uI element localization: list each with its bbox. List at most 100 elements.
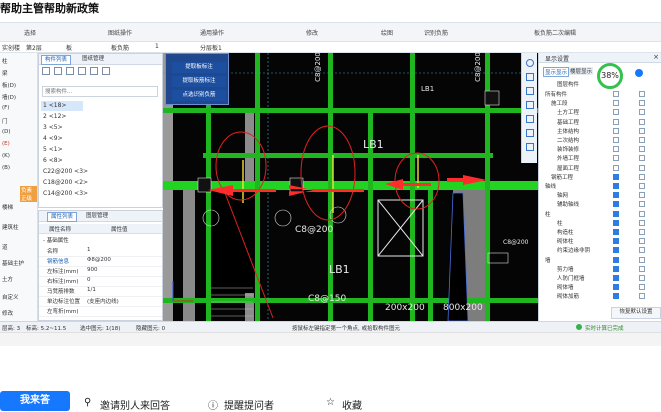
cad-canvas[interactable]: LB1 C8@200 LB1 C8@150 200x200 800x200 C8… (163, 53, 538, 321)
layer-tree-row[interactable]: 墙 (539, 256, 661, 265)
nav-item[interactable]: (F) (2, 105, 9, 111)
nav-item[interactable]: 梁 (2, 69, 8, 77)
nav-item[interactable]: 修改 (2, 309, 13, 317)
copy-icon[interactable] (54, 67, 62, 75)
nav-item[interactable]: (K) (2, 153, 10, 159)
view-top-icon[interactable] (526, 73, 534, 81)
list-item[interactable]: 1 <18> (43, 102, 66, 109)
visibility-checkbox[interactable] (613, 284, 619, 291)
layer-tree-row[interactable]: 人防门框墙 (539, 274, 661, 283)
visibility-checkbox[interactable] (613, 137, 619, 143)
visibility-checkbox[interactable] (613, 118, 619, 125)
layer-tree-row[interactable]: 柱 (539, 219, 661, 228)
name-visibility-checkbox[interactable] (639, 229, 645, 235)
visibility-checkbox[interactable] (613, 183, 619, 189)
list-item[interactable]: 6 <8> (43, 157, 63, 164)
property-group[interactable]: - 基础属性 (43, 236, 69, 244)
nav-item[interactable]: 基础主护 (2, 259, 24, 267)
ribbon-group-modify[interactable]: 修改 (306, 28, 318, 37)
property-value[interactable]: Φ8@200 (87, 257, 111, 263)
name-visibility-checkbox[interactable] (639, 118, 645, 125)
new-icon[interactable] (42, 67, 50, 75)
extract-slab-label-button[interactable]: 提取板标注 (172, 62, 226, 73)
nav-item[interactable]: 建筑柱 (2, 223, 19, 231)
name-visibility-checkbox[interactable] (639, 256, 645, 263)
layer-tree-row[interactable]: 辅助轴线 (539, 200, 661, 209)
nav-item[interactable]: 门 (2, 117, 8, 125)
ribbon-group-drawing-ops[interactable]: 图纸操作 (108, 28, 132, 37)
visibility-checkbox[interactable] (613, 275, 619, 281)
list-item[interactable]: 2 <12> (43, 113, 66, 120)
nav-item[interactable]: 板(D) (2, 81, 16, 89)
nav-item[interactable]: 道 (2, 243, 8, 251)
visibility-checkbox[interactable] (613, 155, 619, 162)
ribbon-group-select[interactable]: 选择 (24, 28, 36, 37)
visibility-checkbox[interactable] (613, 91, 619, 97)
layer-tree-row[interactable]: 轴网 (539, 191, 661, 200)
floor-select[interactable]: 第2层 (26, 43, 42, 52)
name-visibility-checkbox[interactable] (639, 284, 645, 291)
close-icon[interactable]: × (653, 53, 659, 61)
ribbon-group-rebar-edit[interactable]: 板负筋二次编辑 (534, 28, 576, 37)
nav-item[interactable]: 自定义 (2, 293, 19, 301)
visibility-checkbox[interactable] (613, 164, 619, 171)
layer-tree-row[interactable]: 柱 (539, 210, 661, 219)
nav-item[interactable]: (D) (2, 129, 11, 135)
list-item[interactable]: C22@200 <3> (43, 168, 88, 175)
view-3d-icon[interactable] (526, 87, 534, 95)
list-item[interactable]: 4 <9> (43, 135, 63, 142)
tab-drawing-manage[interactable]: 图纸管理 (79, 55, 107, 63)
property-value[interactable]: 1 (87, 247, 91, 253)
name-visibility-checkbox[interactable] (639, 210, 645, 217)
ribbon-group-common-ops[interactable]: 通用操作 (200, 28, 224, 37)
nav-item[interactable]: (B) (2, 165, 10, 171)
nav-item[interactable]: 墙(D) (2, 93, 16, 101)
ribbon-group-draw[interactable]: 绘图 (381, 28, 393, 37)
layer-select[interactable]: 分层板1 (200, 43, 222, 52)
nav-item[interactable]: 楼梯 (2, 203, 13, 211)
visibility-checkbox[interactable] (613, 256, 619, 263)
orbit-icon[interactable] (526, 59, 534, 67)
property-value[interactable]: 0 (87, 277, 91, 283)
visibility-checkbox[interactable] (613, 173, 619, 180)
visibility-checkbox[interactable] (613, 146, 619, 153)
name-visibility-checkbox[interactable] (639, 109, 645, 116)
name-visibility-checkbox[interactable] (639, 146, 645, 153)
name-visibility-checkbox[interactable] (639, 173, 645, 180)
tab-component-list[interactable]: 构件列表 (41, 55, 72, 65)
type-select[interactable]: 板 (66, 43, 72, 52)
filter-icon[interactable] (90, 67, 98, 75)
visibility-checkbox[interactable] (613, 192, 619, 199)
list-item[interactable]: 3 <5> (43, 124, 63, 131)
user-avatar-icon[interactable] (635, 69, 643, 77)
visibility-checkbox[interactable] (613, 219, 619, 226)
tab-properties[interactable]: 属性列表 (47, 212, 78, 222)
visibility-checkbox[interactable] (613, 201, 619, 208)
property-value[interactable]: 900 (87, 267, 98, 273)
nav-item-active[interactable]: (E) (2, 141, 10, 147)
name-visibility-checkbox[interactable] (639, 155, 645, 162)
list-item[interactable]: C18@200 <2> (43, 179, 88, 186)
layer-tree-row[interactable]: 构造柱 (539, 228, 661, 237)
layer-tree-row[interactable]: 约束边缘非阴 (539, 246, 661, 255)
property-value[interactable]: 1/1 (87, 287, 96, 293)
name-visibility-checkbox[interactable] (639, 164, 645, 171)
name-visibility-checkbox[interactable] (639, 100, 645, 107)
settings-icon[interactable] (526, 143, 534, 151)
component-search-input[interactable] (42, 86, 158, 97)
visibility-checkbox[interactable] (613, 238, 619, 245)
visibility-checkbox[interactable] (613, 100, 619, 107)
measure-icon[interactable] (526, 129, 534, 137)
layer-icon[interactable] (78, 67, 86, 75)
visibility-checkbox[interactable] (613, 109, 619, 116)
layer-tree-row[interactable]: 主体结构 (539, 127, 661, 136)
layer-tree-row[interactable]: 装饰装修 (539, 145, 661, 154)
property-row[interactable]: 左弯折(mm) (39, 306, 162, 317)
name-visibility-checkbox[interactable] (639, 183, 645, 189)
layer-tree-row[interactable]: 土方工程 (539, 108, 661, 117)
layer-tree-row[interactable]: 基础工程 (539, 118, 661, 127)
ribbon-group-recognize-rebar[interactable]: 识别负筋 (424, 28, 448, 37)
layer-tree-row[interactable]: 砌体柱 (539, 237, 661, 246)
zoom-fit-icon[interactable] (526, 101, 534, 109)
reset-defaults-button[interactable]: 恢复默认设置 (611, 307, 661, 319)
